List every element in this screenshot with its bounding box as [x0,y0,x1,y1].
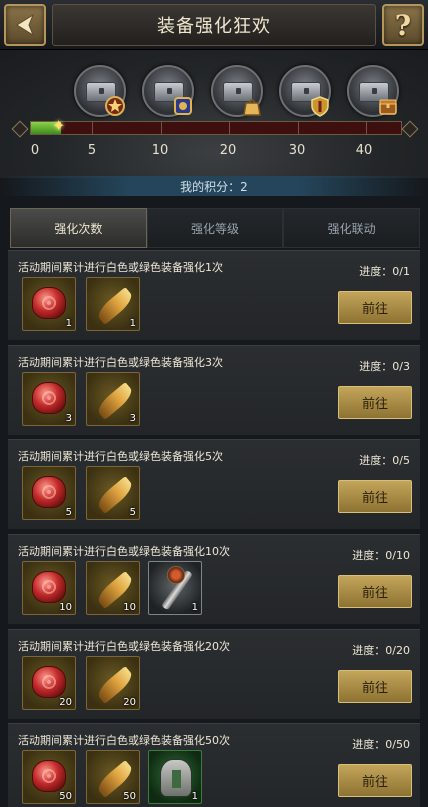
reward-quantity: 5 [129,507,136,518]
reward-slot[interactable]: 10 [86,561,140,615]
crest-badge-icon [174,97,192,115]
track-tick [298,122,299,134]
task-description: 活动期间累计进行白色或绿色装备强化50次 [18,734,230,747]
track-tick [366,122,367,134]
task-description: 活动期间累计进行白色或绿色装备强化20次 [18,640,230,653]
red-gem-icon [32,666,66,698]
reward-slot[interactable]: 3 [22,372,76,426]
task-description: 活动期间累计进行白色或绿色装备强化5次 [18,450,223,463]
reward-slot[interactable]: 5 [86,466,140,520]
gift-bag-icon [243,99,261,116]
milestone-label: 0 [30,143,40,158]
red-gem-icon [32,287,66,319]
go-button[interactable]: 前往 [338,291,412,324]
red-gem-icon [32,382,66,414]
armor-icon [160,759,192,797]
milestone-label: 5 [87,143,97,158]
reward-slot[interactable]: 50 [22,750,76,804]
reward-slot[interactable]: 1 [148,561,202,615]
reward-chest-5[interactable] [74,65,126,117]
tab-enhance-link[interactable]: 强化联动 [283,208,421,248]
track-tick [92,122,93,134]
task-progress: 进度：0/50 [352,738,410,751]
my-score: 我的积分：2 [180,180,248,194]
reward-quantity: 20 [59,697,72,708]
task-progress: 进度：0/10 [352,549,410,562]
reward-quantity: 50 [59,791,72,802]
tab-bar: 强化次数 强化等级 强化联动 [10,208,421,248]
progress-star-icon: ✦ [52,116,66,135]
task-row: 活动期间累计进行白色或绿色装备强化50次 进度：0/50 50 50 1 前往 [8,723,420,807]
reward-chest-30[interactable] [279,65,331,117]
back-button[interactable] [4,4,46,46]
reward-slot[interactable]: 1 [22,277,76,331]
reward-slot[interactable]: 5 [22,466,76,520]
reward-progress-track [30,121,402,135]
red-gem-icon [32,571,66,603]
red-gem-icon [32,476,66,508]
reward-slot[interactable]: 20 [86,656,140,710]
reward-chest-10[interactable] [142,65,194,117]
back-arrow-icon [16,13,35,37]
reward-slot[interactable]: 1 [86,277,140,331]
reward-quantity: 1 [129,318,136,329]
task-description: 活动期间累计进行白色或绿色装备强化1次 [18,261,223,274]
score-bar: 我的积分：2 [0,176,428,196]
track-left-cap [11,120,29,138]
tab-enhance-level[interactable]: 强化等级 [146,208,284,248]
header-bar: 装备强化狂欢 ? [0,0,428,50]
milestone-label: 10 [151,143,169,158]
track-tick [229,122,230,134]
go-button[interactable]: 前往 [338,386,412,419]
go-button[interactable]: 前往 [338,670,412,703]
reward-quantity: 1 [65,318,72,329]
go-button[interactable]: 前往 [338,575,412,608]
task-row: 活动期间累计进行白色或绿色装备强化5次 进度：0/5 5 5 前往 [8,439,420,529]
help-button[interactable]: ? [382,4,424,46]
reward-quantity: 10 [59,602,72,613]
treasure-crate-icon [379,99,397,115]
tab-enhance-count[interactable]: 强化次数 [10,208,147,248]
reward-slot[interactable]: 1 [148,750,202,804]
red-gem-icon [32,760,66,792]
milestone-label: 40 [355,143,373,158]
reward-quantity: 3 [129,413,136,424]
milestone-label: 30 [288,143,306,158]
task-progress: 进度：0/1 [359,265,410,278]
scepter-head-icon [167,566,185,584]
go-button[interactable]: 前往 [338,480,412,513]
page-title: 装备强化狂欢 [157,16,271,37]
task-row: 活动期间累计进行白色或绿色装备强化3次 进度：0/3 3 3 前往 [8,345,420,435]
reward-chest-20[interactable] [211,65,263,117]
reward-quantity: 1 [191,602,198,613]
reward-chest-40[interactable] [347,65,399,117]
reward-slot[interactable]: 50 [86,750,140,804]
milestone-label: 20 [219,143,237,158]
reward-quantity: 5 [65,507,72,518]
reward-quantity: 1 [191,791,198,802]
track-tick [161,122,162,134]
task-row: 活动期间累计进行白色或绿色装备强化1次 进度：0/1 1 1 前往 [8,250,420,340]
task-progress: 进度：0/3 [359,360,410,373]
task-row: 活动期间累计进行白色或绿色装备强化20次 进度：0/20 20 20 前往 [8,629,420,719]
reward-quantity: 20 [123,697,136,708]
task-progress: 进度：0/5 [359,454,410,467]
go-button[interactable]: 前往 [338,764,412,797]
reward-quantity: 3 [65,413,72,424]
track-right-cap [401,120,419,138]
reward-slot[interactable]: 3 [86,372,140,426]
task-description: 活动期间累计进行白色或绿色装备强化3次 [18,356,223,369]
reward-slot[interactable]: 20 [22,656,76,710]
reward-slot[interactable]: 10 [22,561,76,615]
reward-quantity: 50 [123,791,136,802]
reward-quantity: 10 [123,602,136,613]
shield-emblem-icon [311,96,329,117]
question-mark-icon: ? [394,8,412,42]
page-title-bar: 装备强化狂欢 [52,4,376,46]
reward-progress-area: ✦ 0 5 10 20 30 40 [0,50,428,178]
task-progress: 进度：0/20 [352,644,410,657]
task-row: 活动期间累计进行白色或绿色装备强化10次 进度：0/10 10 10 1 前往 [8,534,420,624]
task-description: 活动期间累计进行白色或绿色装备强化10次 [18,545,230,558]
star-medal-icon [105,96,125,116]
